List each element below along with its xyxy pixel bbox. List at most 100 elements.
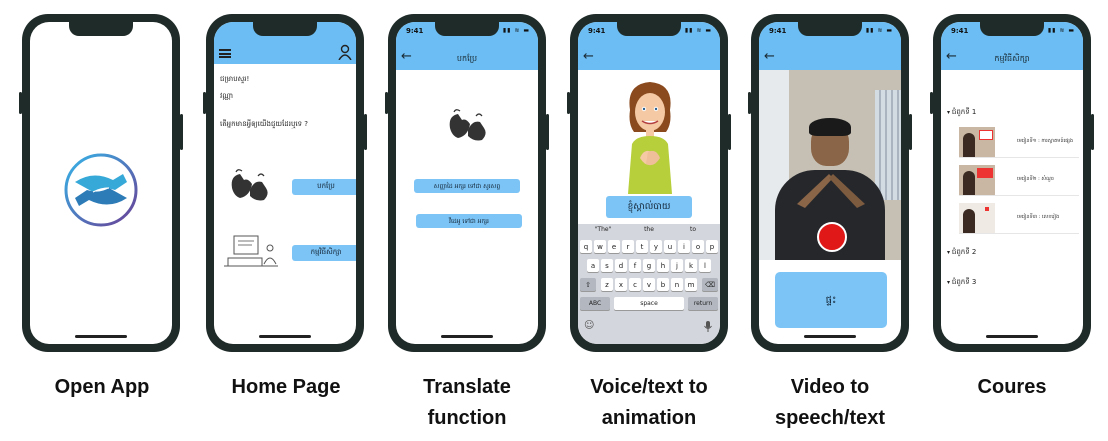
lesson-thumbnail bbox=[959, 126, 995, 157]
lesson-item[interactable]: មេរៀនទី១ : ការស្វាគមន៍ផ្សេង bbox=[959, 126, 1079, 158]
voice-screen: 9:41 ▮▮ ≋ ▬ ← ខ្ញុំស្គាល់បាយ "The" the t… bbox=[578, 22, 720, 344]
avatar-animation bbox=[628, 82, 672, 194]
key-f[interactable]: f bbox=[629, 259, 641, 272]
key-i[interactable]: i bbox=[678, 240, 690, 253]
key-r[interactable]: r bbox=[622, 240, 634, 253]
backspace-key-icon[interactable]: ⌫ bbox=[702, 278, 718, 291]
suggestion-2[interactable]: the bbox=[634, 226, 664, 233]
screen-title: កម្មវិធីសិក្សា bbox=[994, 54, 1030, 63]
greeting-text: ជម្រាបសួរ! bbox=[220, 75, 250, 83]
key-c[interactable]: c bbox=[629, 278, 641, 291]
key-b[interactable]: b bbox=[657, 278, 669, 291]
key-l[interactable]: l bbox=[699, 259, 711, 272]
key-u[interactable]: u bbox=[664, 240, 676, 253]
translate-screen: 9:41 ▮▮ ≋ ▬ ← បកប្រែ សញ្ញាដៃ អក្សរ ទៅជា … bbox=[396, 22, 538, 344]
key-g[interactable]: g bbox=[643, 259, 655, 272]
record-button[interactable] bbox=[817, 222, 847, 252]
lesson-thumbnail bbox=[959, 202, 995, 233]
translate-button[interactable]: បកប្រែ bbox=[292, 179, 356, 195]
window-blinds bbox=[875, 90, 901, 200]
caption-home-page: Home Page bbox=[231, 376, 341, 398]
suggestion-1[interactable]: "The" bbox=[586, 226, 620, 233]
home-indicator bbox=[259, 335, 311, 338]
video-to-text-button[interactable]: វីដេអូ ទៅជា អក្សរ bbox=[416, 214, 522, 228]
video-screen: 9:41 ▮▮ ≋ ▬ ← ផ្ទះ bbox=[759, 22, 901, 344]
chapter-2-label: ជំពូកទី 2 bbox=[951, 248, 977, 256]
key-d[interactable]: d bbox=[615, 259, 627, 272]
profile-icon[interactable] bbox=[338, 44, 352, 60]
chapter-2-toggle[interactable]: ▾ ជំពូកទី 2 bbox=[947, 248, 976, 258]
key-n[interactable]: n bbox=[671, 278, 683, 291]
lesson-item[interactable]: មេរៀនទី២ : សំណួរ bbox=[959, 164, 1079, 196]
shift-key-icon[interactable]: ⇧ bbox=[580, 278, 596, 291]
notch bbox=[253, 22, 317, 36]
screen-title: បកប្រែ bbox=[456, 54, 478, 63]
caption-open-app: Open App bbox=[54, 376, 150, 398]
lesson-item[interactable]: មេរៀនទី៣ : លេខរៀង bbox=[959, 202, 1079, 234]
chapter-1-label: ជំពូកទី 1 bbox=[951, 108, 977, 116]
key-a[interactable]: a bbox=[587, 259, 599, 272]
chapter-3-toggle[interactable]: ▾ ជំពូកទី 3 bbox=[947, 278, 976, 288]
key-y[interactable]: y bbox=[650, 240, 662, 253]
computer-learning-icon bbox=[224, 235, 278, 267]
key-p[interactable]: p bbox=[706, 240, 718, 253]
splash-screen bbox=[30, 22, 172, 344]
status-time: 9:41 bbox=[406, 27, 424, 35]
key-h[interactable]: h bbox=[657, 259, 669, 272]
app-logo-icon bbox=[64, 153, 138, 227]
home-indicator bbox=[75, 335, 127, 338]
home-indicator bbox=[441, 335, 493, 338]
space-key[interactable]: space bbox=[614, 297, 684, 310]
signing-hands bbox=[797, 174, 865, 208]
lesson-title: មេរៀនទី៣ : លេខរៀង bbox=[1017, 214, 1060, 220]
suggestion-3[interactable]: to bbox=[678, 226, 708, 233]
back-arrow-icon[interactable]: ← bbox=[764, 50, 775, 63]
key-t[interactable]: t bbox=[636, 240, 648, 253]
chapter-3-label: ជំពូកទី 3 bbox=[951, 278, 977, 286]
caption-voice-animation: Voice/text to animation bbox=[590, 376, 708, 429]
chapter-1-toggle[interactable]: ▾ ជំពូកទី 1 bbox=[947, 108, 976, 118]
key-j[interactable]: j bbox=[671, 259, 683, 272]
phone-video: 9:41 ▮▮ ≋ ▬ ← ផ្ទះ bbox=[748, 14, 912, 352]
key-m[interactable]: m bbox=[685, 278, 697, 291]
course-button[interactable]: កម្មវិធីសិក្សា bbox=[292, 245, 356, 261]
keyboard[interactable]: "The" the to q w e r t y u i o p a s d f… bbox=[578, 224, 720, 344]
emoji-icon[interactable]: ☺ bbox=[584, 320, 594, 331]
key-e[interactable]: e bbox=[608, 240, 620, 253]
key-q[interactable]: q bbox=[580, 240, 592, 253]
phone-courses: 9:41 ▮▮ ≋ ▬ ← កម្មវិធីសិក្សា ▾ ជំពូកទី 1… bbox=[930, 14, 1094, 352]
status-icons: ▮▮ ≋ ▬ bbox=[1047, 27, 1075, 34]
sign-hands-icon bbox=[231, 169, 268, 201]
home-indicator bbox=[804, 335, 856, 338]
key-o[interactable]: o bbox=[692, 240, 704, 253]
camera-preview bbox=[759, 70, 901, 260]
help-question: តើអ្នកមានអ្វីឲ្យយើងជួយដែរឬទេ ? bbox=[220, 120, 309, 128]
caption-translate: Translate function bbox=[423, 376, 511, 429]
key-x[interactable]: x bbox=[615, 278, 627, 291]
abc-key[interactable]: ABC bbox=[580, 297, 610, 310]
lesson-thumbnail bbox=[959, 164, 995, 195]
notch bbox=[435, 22, 499, 36]
microphone-icon[interactable] bbox=[704, 321, 712, 332]
key-z[interactable]: z bbox=[601, 278, 613, 291]
result-text-box: ផ្ទះ bbox=[775, 272, 887, 328]
return-key[interactable]: return bbox=[688, 297, 718, 310]
home-screen: ជម្រាបសួរ! វណ្ណា តើអ្នកមានអ្វីឲ្យយើងជួយដ… bbox=[214, 22, 356, 344]
key-v[interactable]: v bbox=[643, 278, 655, 291]
person-hair bbox=[809, 118, 851, 136]
status-icons: ▮▮ ≋ ▬ bbox=[684, 27, 712, 34]
phone-translate: 9:41 ▮▮ ≋ ▬ ← បកប្រែ សញ្ញាដៃ អក្សរ ទៅជា … bbox=[385, 14, 549, 352]
back-arrow-icon[interactable]: ← bbox=[583, 50, 594, 63]
caption-courses: Coures bbox=[977, 376, 1047, 398]
status-time: 9:41 bbox=[588, 27, 606, 35]
courses-screen: 9:41 ▮▮ ≋ ▬ ← កម្មវិធីសិក្សា ▾ ជំពូកទី 1… bbox=[941, 22, 1083, 344]
key-k[interactable]: k bbox=[685, 259, 697, 272]
key-s[interactable]: s bbox=[601, 259, 613, 272]
status-time: 9:41 bbox=[951, 27, 969, 35]
key-w[interactable]: w bbox=[594, 240, 606, 253]
sign-to-speech-button[interactable]: សញ្ញាដៃ អក្សរ ទៅជា សូរសព្ទ bbox=[414, 179, 520, 193]
status-time: 9:41 bbox=[769, 27, 787, 35]
hamburger-menu-icon[interactable] bbox=[219, 49, 231, 58]
status-icons: ▮▮ ≋ ▬ bbox=[865, 27, 893, 34]
lesson-title: មេរៀនទី១ : ការស្វាគមន៍ផ្សេង bbox=[1017, 138, 1074, 144]
